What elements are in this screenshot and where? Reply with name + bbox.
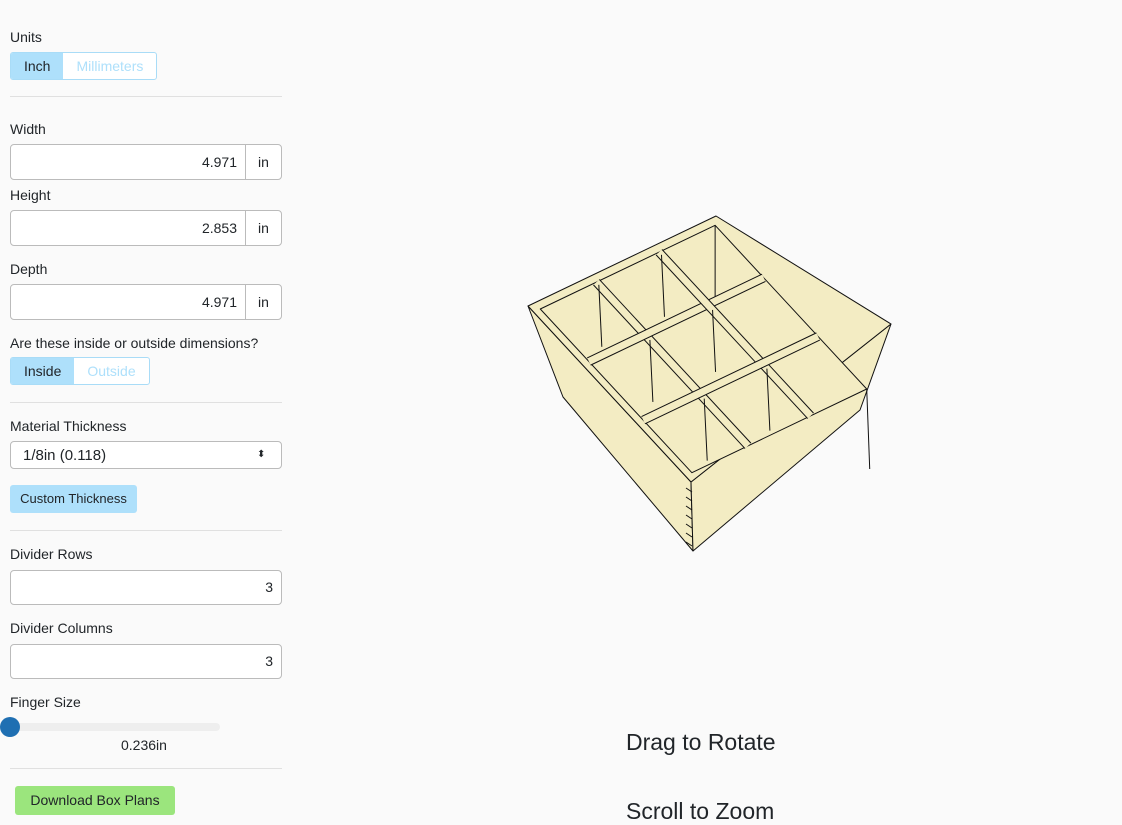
- inner-edge: [866, 388, 871, 470]
- scroll-to-zoom-hint: Scroll to Zoom: [626, 798, 775, 824]
- box-3d-viewer[interactable]: [0, 0, 1122, 818]
- drag-to-rotate-hint: Drag to Rotate: [626, 729, 776, 755]
